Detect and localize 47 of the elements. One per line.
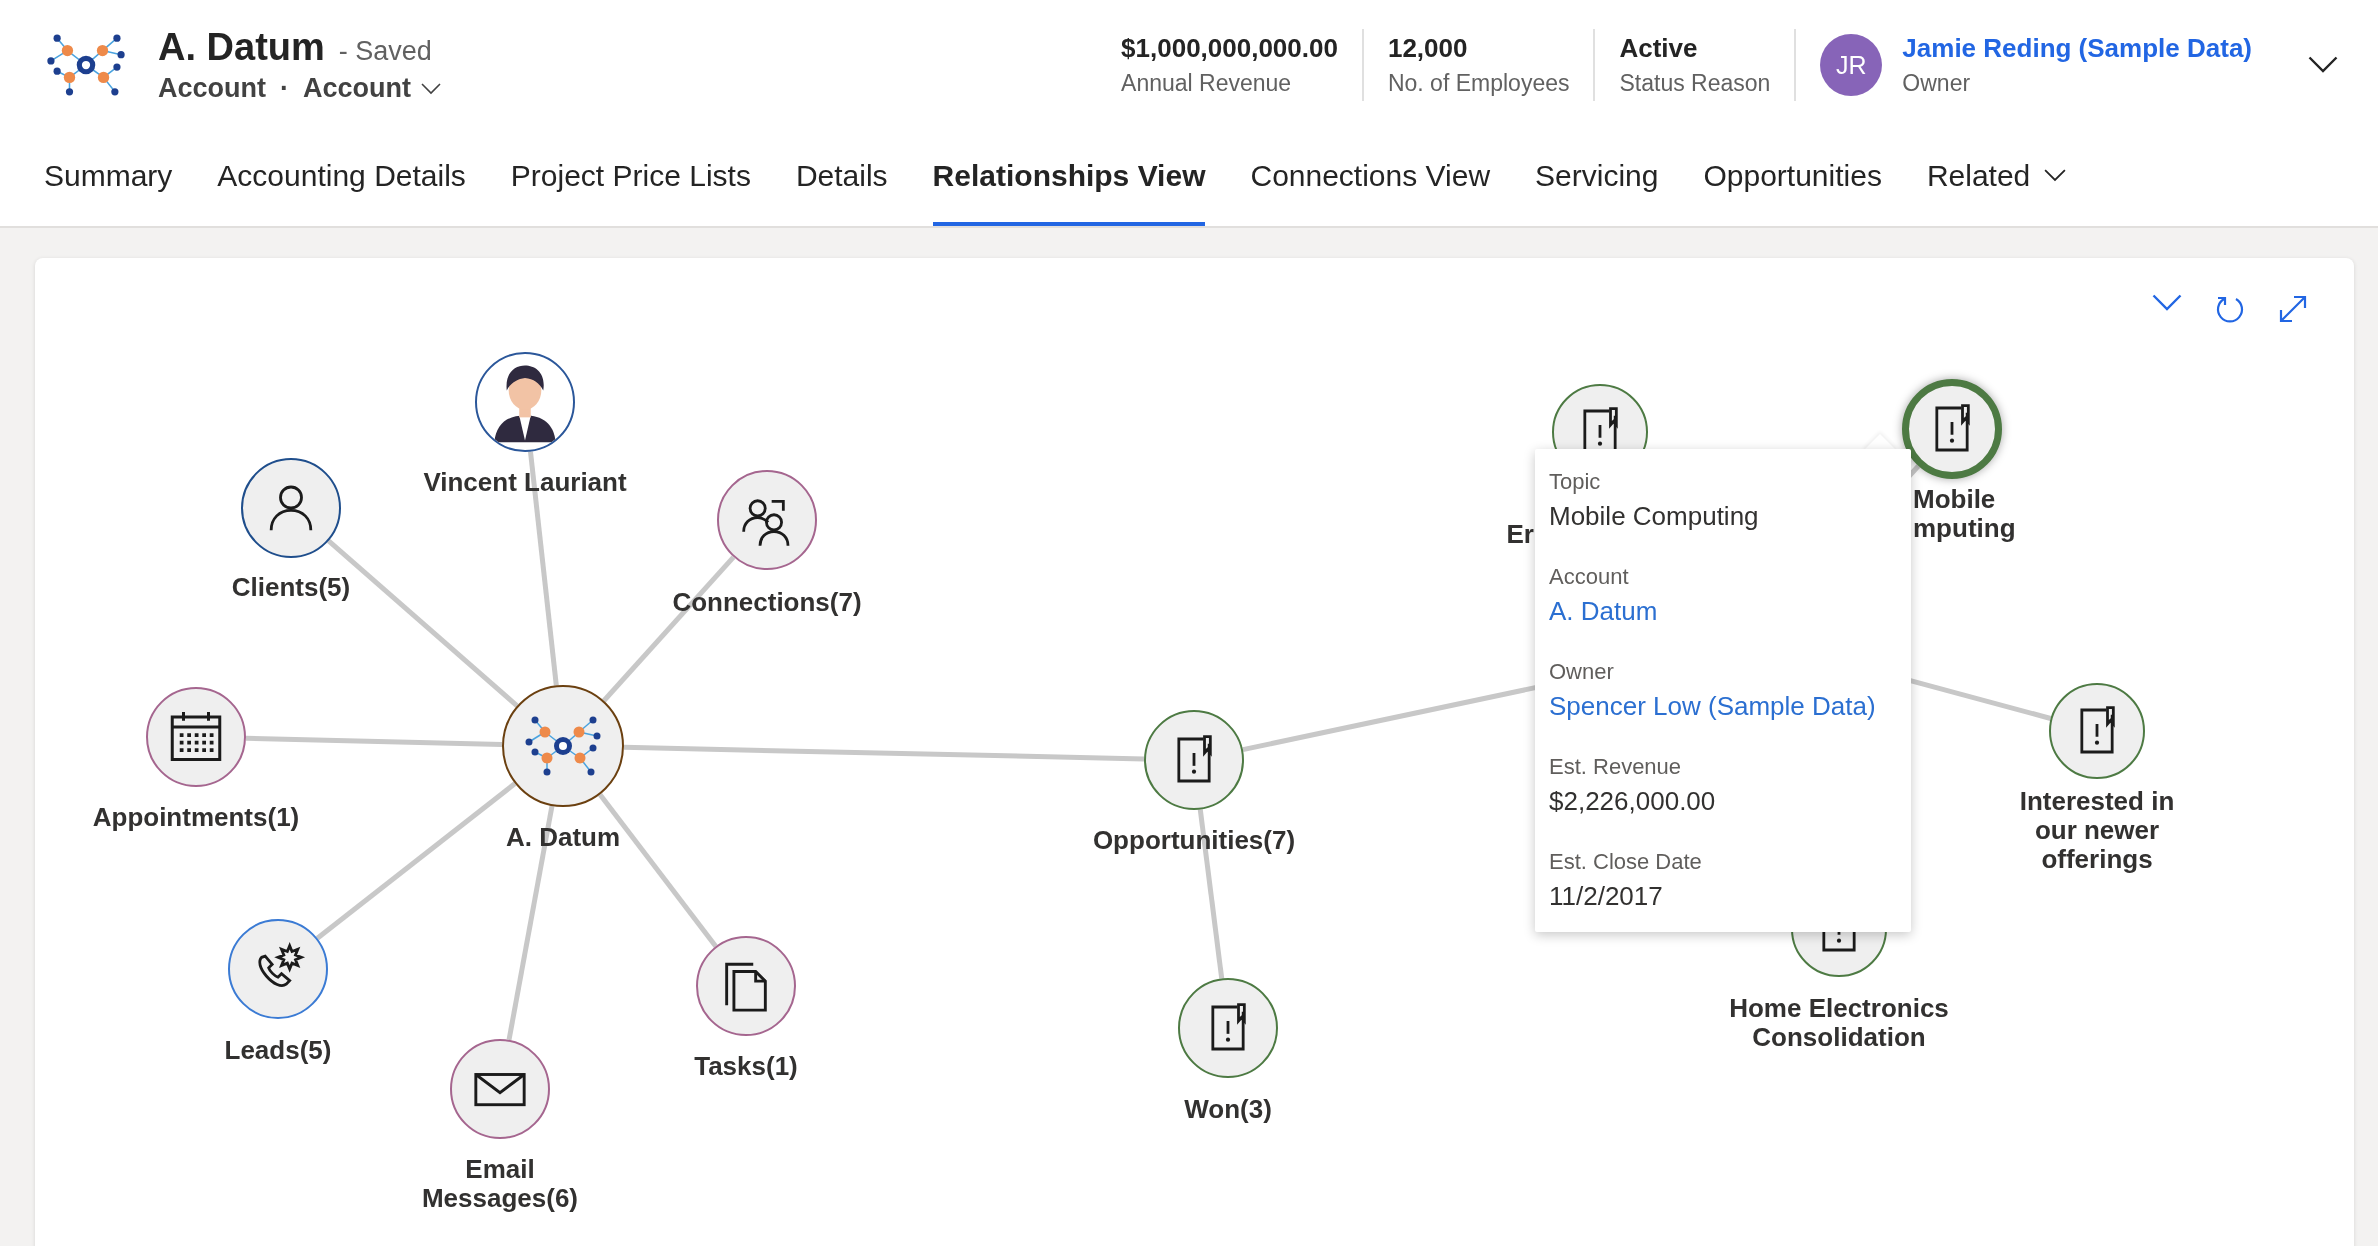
node-label: Clients(5): [230, 573, 352, 602]
node-label: Leads(5): [223, 1036, 333, 1065]
node-label: Won(3): [1183, 1095, 1273, 1124]
stat-value: $1,000,000,000.00: [1121, 33, 1338, 64]
node-label: Mobile mputing: [1913, 485, 2017, 543]
node-label: Er: [1505, 520, 1534, 549]
node-label: Opportunities(7): [1091, 826, 1297, 855]
field-label: Topic: [1549, 469, 1602, 495]
field-label: Est. Revenue: [1549, 754, 1683, 780]
save-status: - Saved: [338, 36, 432, 67]
node-label: Tasks(1): [693, 1052, 799, 1081]
entity-name: Account: [158, 73, 266, 104]
form-selector[interactable]: Account: [303, 73, 441, 104]
field-link[interactable]: Spencer Low (Sample Data): [1549, 691, 1897, 722]
field-label: Account: [1549, 564, 1630, 590]
tab[interactable]: Accounting Details: [217, 130, 466, 226]
node-label: Connections(7): [671, 588, 863, 617]
field-label: Est. Close Date: [1549, 849, 1703, 875]
owner-avatar: JR: [1820, 34, 1883, 96]
tab[interactable]: Project Price Lists: [510, 130, 751, 226]
field-value: Mobile Computing: [1549, 501, 1760, 532]
separator-dot: ·: [280, 73, 289, 104]
tab[interactable]: Relationships View: [932, 130, 1206, 226]
owner-label: Owner: [1902, 70, 1972, 97]
field-value: 11/2/2017: [1549, 881, 1664, 912]
owner-link[interactable]: Jamie Reding (Sample Data): [1902, 33, 2252, 64]
stat-value: 12,000: [1387, 33, 1469, 64]
tab[interactable]: Opportunities: [1703, 130, 1882, 226]
node-label: A. Datum: [504, 823, 622, 852]
stat-label: Annual Revenue: [1121, 70, 1293, 97]
stat-label: Status Reason: [1619, 70, 1771, 97]
tab[interactable]: Summary: [44, 130, 173, 226]
node-label: Interested in our newer offerings: [2018, 787, 2176, 874]
tab[interactable]: Details: [795, 130, 888, 226]
tab[interactable]: Servicing: [1535, 130, 1659, 226]
field-label: Owner: [1549, 659, 1615, 685]
node-label: Appointments(1): [91, 803, 301, 832]
node-label: Email Messages(6): [420, 1155, 580, 1213]
related-tab[interactable]: Related: [1926, 130, 2067, 226]
tab[interactable]: Connections View: [1250, 130, 1491, 226]
node-label: Home Electronics Consolidation: [1728, 994, 1950, 1052]
field-value: $2,226,000.00: [1549, 786, 1717, 817]
record-title: A. Datum: [158, 26, 325, 69]
stat-value: Active: [1619, 33, 1699, 64]
node-label: Vincent Lauriant: [422, 468, 628, 497]
field-link[interactable]: A. Datum: [1549, 596, 1897, 627]
stat-label: No. of Employees: [1387, 70, 1570, 97]
